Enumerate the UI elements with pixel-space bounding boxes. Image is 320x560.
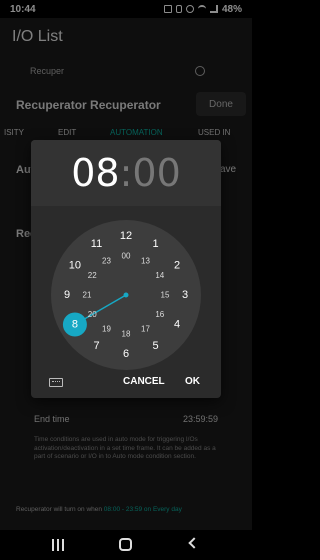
hour-option-16[interactable]: 16 (155, 310, 164, 319)
hour-option-20[interactable]: 20 (88, 310, 97, 319)
home-icon[interactable] (119, 538, 132, 551)
clock-face[interactable]: 121234567891011 001314151617181920212223 (51, 220, 201, 370)
hour-option-23[interactable]: 23 (102, 257, 111, 266)
back-icon[interactable] (188, 537, 200, 549)
cancel-button[interactable]: CANCEL (123, 376, 165, 387)
hour-option-13[interactable]: 13 (141, 257, 150, 266)
hour-option-19[interactable]: 19 (102, 324, 111, 333)
hour-option-5[interactable]: 5 (152, 340, 158, 352)
hour-option-6[interactable]: 6 (123, 348, 129, 360)
keyboard-icon[interactable] (49, 378, 63, 387)
hour-option-10[interactable]: 10 (69, 260, 81, 272)
recents-icon[interactable] (52, 539, 64, 551)
time-picker-dialog: 08 : 00 12 1 2 3 4 5 6 7 8 9 10 11 00 13 14 15 16 17 18 19… (31, 140, 221, 398)
hour-option-7[interactable]: 7 (93, 340, 99, 352)
hour-option-14[interactable]: 14 (155, 271, 164, 280)
hour-option-2[interactable]: 2 (174, 260, 180, 272)
hour-option-00[interactable]: 00 (122, 252, 131, 261)
hour-option-11[interactable]: 11 (91, 238, 102, 250)
hour-option-8[interactable]: 8 (72, 319, 78, 331)
hour-option-21[interactable]: 21 (83, 291, 92, 300)
hour-option-4[interactable]: 4 (174, 319, 180, 331)
hour-option-17[interactable]: 17 (141, 324, 150, 333)
hour-option-12[interactable]: 12 (120, 230, 132, 242)
ok-button[interactable]: OK (185, 376, 200, 387)
hour-option-9[interactable]: 9 (64, 289, 70, 301)
clock-center-dot (123, 292, 129, 298)
dialog-actions: CANCEL OK (31, 376, 221, 396)
hour-option-1[interactable]: 1 (152, 238, 158, 250)
hour-option-22[interactable]: 22 (88, 271, 97, 280)
minute-display[interactable]: 00 (132, 151, 180, 195)
hour-option-3[interactable]: 3 (182, 289, 188, 301)
hour-display[interactable]: 08 (71, 151, 119, 195)
time-separator: : (119, 151, 133, 195)
clock-dial[interactable]: 12 1 2 3 4 5 6 7 8 9 10 11 00 13 14 15 16 17 18 19 20 21 22 23 (51, 220, 201, 370)
time-display: 08 : 00 (31, 140, 221, 206)
hour-option-15[interactable]: 15 (161, 291, 170, 300)
hour-option-18[interactable]: 18 (122, 330, 131, 339)
system-nav-bar (0, 530, 252, 560)
